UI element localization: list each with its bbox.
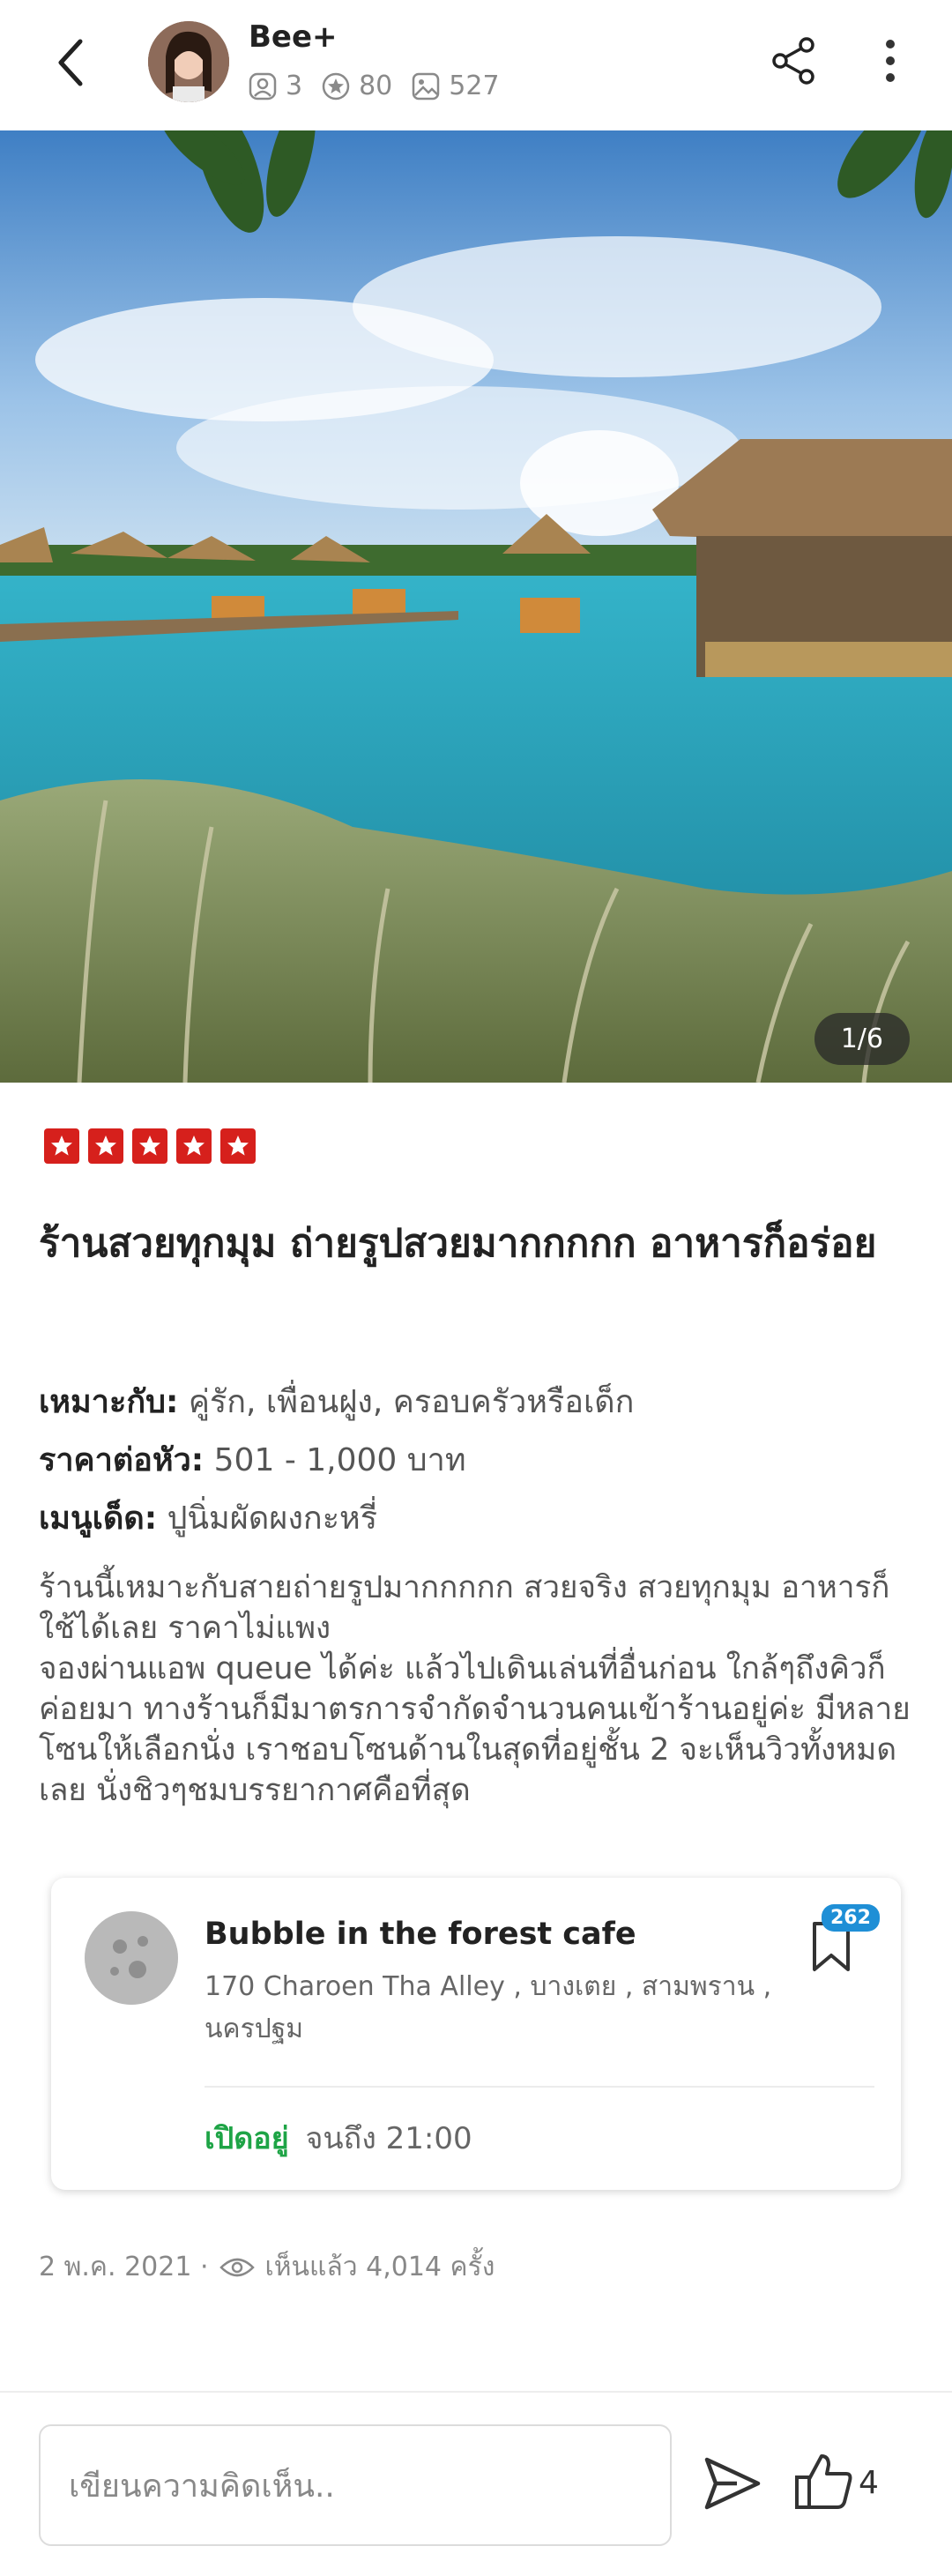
send-button[interactable] — [702, 2453, 763, 2514]
shop-card[interactable]: Bubble in the forest cafe 170 Charoen Th… — [51, 1878, 901, 2190]
view-count: เห็นแล้ว 4,014 ครั้ง — [264, 2252, 495, 2282]
review-date: 2 พ.ค. 2021 · — [39, 2252, 209, 2282]
shop-name[interactable]: Bubble in the forest cafe — [205, 1917, 636, 1952]
star-icon — [44, 1128, 79, 1164]
review-meta: 2 พ.ค. 2021 · เห็นแล้ว 4,014 ครั้ง — [39, 2246, 495, 2288]
review-description: ร้านนี้เหมาะกับสายถ่ายรูปมากกกกก สวยจริง… — [39, 1570, 911, 1808]
person-icon — [249, 72, 277, 100]
menu-label: เมนูเด็ด: — [39, 1500, 158, 1537]
user-avatar[interactable] — [148, 21, 229, 102]
avatar-image — [148, 21, 229, 102]
thumbs-up-icon — [795, 2454, 852, 2509]
followers-stat: 3 — [249, 71, 302, 101]
photos-count: 527 — [449, 71, 500, 101]
star-icon — [220, 1128, 256, 1164]
lake-cafe-image — [0, 130, 952, 1083]
suitable-value: คู่รัก, เพื่อนฝูง, ครอบครัวหรือเด็ก — [188, 1384, 635, 1420]
review-title: ร้านสวยทุกมุม ถ่ายรูปสวยมากกกกก อาหารก็อ… — [39, 1221, 877, 1266]
suitable-row: เหมาะกับ: คู่รัก, เพื่อนฝูง, ครอบครัวหรื… — [39, 1374, 911, 1432]
reviews-stat: 80 — [322, 71, 392, 101]
share-button[interactable] — [763, 30, 825, 92]
star-icon — [176, 1128, 212, 1164]
more-options-button[interactable] — [868, 30, 912, 92]
shop-address: 170 Charoen Tha Alley , บางเตย , สามพราน… — [205, 1971, 772, 2044]
like-button[interactable] — [793, 2449, 855, 2516]
review-info: เหมาะกับ: คู่รัก, เพื่อนฝูง, ครอบครัวหรื… — [39, 1374, 911, 1548]
menu-value: ปูนิ่มผัดผงกะหรี่ — [167, 1500, 378, 1537]
comment-input[interactable]: เขียนความคิดเห็น.. — [39, 2424, 672, 2546]
star-icon — [132, 1128, 167, 1164]
star-icon — [88, 1128, 123, 1164]
suitable-label: เหมาะกับ: — [39, 1384, 179, 1420]
image-icon — [413, 72, 440, 100]
shop-logo — [85, 1911, 178, 2005]
reviews-count: 80 — [359, 71, 393, 101]
price-label: ราคาต่อหัว: — [39, 1442, 205, 1478]
price-value: 501 - 1,000 บาท — [213, 1442, 466, 1478]
back-arrow-icon — [58, 39, 83, 86]
open-hours: เปิดอยู่ จนถึง 21:00 — [205, 2114, 472, 2162]
footer-divider — [0, 2391, 952, 2393]
price-row: ราคาต่อหัว: 501 - 1,000 บาท — [39, 1432, 911, 1490]
open-until: จนถึง 21:00 — [305, 2121, 472, 2156]
kebab-menu-icon — [886, 40, 895, 82]
eye-icon — [219, 2258, 255, 2276]
card-divider — [205, 2086, 874, 2088]
send-icon — [704, 2457, 761, 2510]
review-photo[interactable]: 1/6 — [0, 130, 952, 1083]
rating-stars — [44, 1128, 256, 1164]
star-circle-icon — [322, 72, 350, 100]
top-bar: Bee+ 3 80 527 — [0, 0, 952, 130]
back-button[interactable] — [44, 32, 97, 93]
followers-count: 3 — [286, 71, 303, 101]
photos-stat: 527 — [412, 71, 500, 101]
photo-counter: 1/6 — [814, 1013, 910, 1065]
bookmark-count-badge: 262 — [822, 1904, 880, 1932]
share-icon — [772, 37, 814, 85]
open-status: เปิดอยู่ — [205, 2121, 289, 2156]
like-count: 4 — [859, 2465, 879, 2501]
user-stats: 3 80 527 — [249, 71, 510, 101]
menu-row: เมนูเด็ด: ปูนิ่มผัดผงกะหรี่ — [39, 1490, 911, 1548]
username[interactable]: Bee+ — [249, 19, 338, 55]
